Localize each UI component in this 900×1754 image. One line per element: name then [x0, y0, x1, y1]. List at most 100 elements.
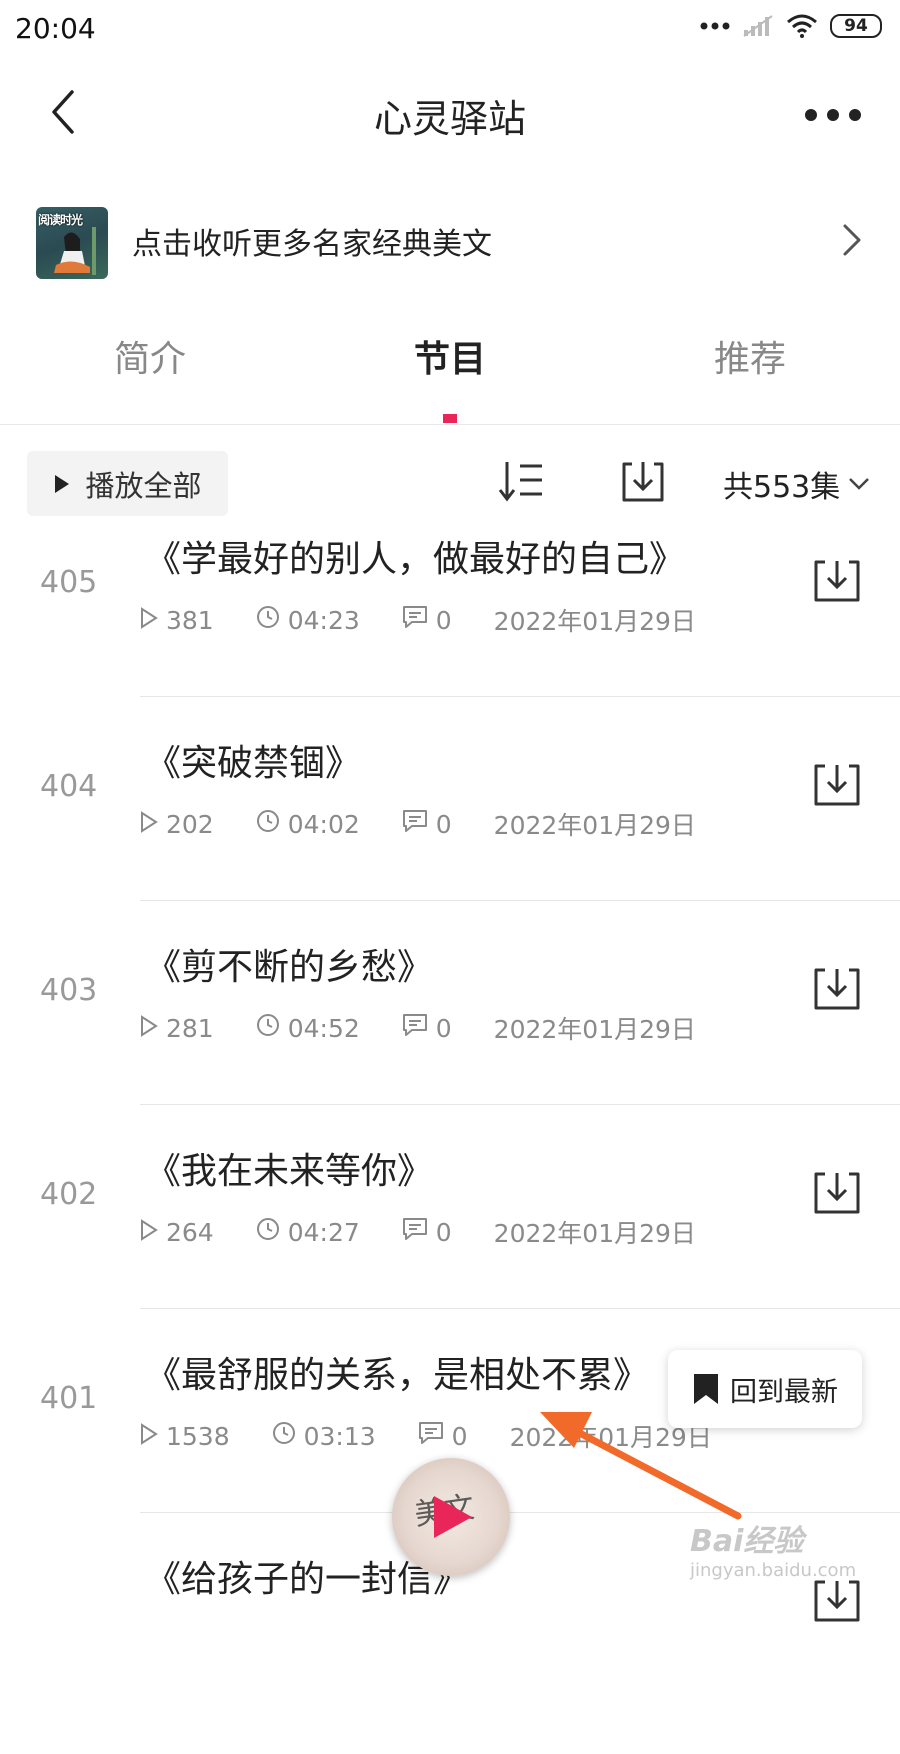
watermark-main: Bai经验 — [690, 1524, 804, 1559]
download-button[interactable] — [812, 1170, 862, 1220]
download-icon — [812, 1580, 862, 1628]
clock-icon — [256, 1217, 280, 1247]
row-divider — [140, 696, 900, 697]
publish-date: 2022年01月29日 — [493, 1219, 696, 1248]
episode-number: 401 — [40, 1381, 98, 1416]
watermark: Bai经验 jingyan.baidu.com — [690, 1516, 856, 1581]
comment-count: 0 — [435, 809, 452, 839]
back-to-latest-label: 回到最新 — [730, 1376, 838, 1408]
duration: 04:02 — [287, 809, 360, 839]
episode-title: 《我在未来等你》 — [145, 1151, 434, 1192]
signal-icon — [743, 15, 773, 37]
episode-number: 405 — [40, 565, 98, 600]
promo-banner[interactable]: 阅读时光 点击收听更多名家经典美文 — [0, 195, 900, 290]
episode-title: 《剪不断的乡愁》 — [145, 947, 434, 988]
tab-active-indicator — [443, 414, 457, 423]
play-count: 381 — [166, 605, 214, 635]
tabs-divider — [0, 424, 900, 425]
bookmark-icon — [694, 1374, 718, 1404]
row-divider — [140, 900, 900, 901]
download-icon — [812, 560, 862, 608]
back-to-latest-button[interactable]: 回到最新 — [668, 1350, 862, 1428]
play-count: 202 — [166, 809, 214, 839]
page-title: 心灵驿站 — [373, 97, 526, 141]
more-status-icon — [700, 22, 730, 30]
tab-programs[interactable]: 节目 — [300, 330, 600, 382]
more-dots-icon — [805, 109, 861, 121]
download-icon — [812, 1172, 862, 1220]
reading-girl-illustration — [54, 227, 96, 275]
duration: 03:13 — [303, 1421, 376, 1451]
duration: 04:52 — [287, 1013, 360, 1043]
duration: 04:23 — [287, 605, 360, 635]
comment-icon — [402, 1013, 428, 1043]
comment-icon — [402, 809, 428, 839]
tab-intro[interactable]: 简介 — [0, 330, 300, 382]
episode-row[interactable]: 402 《我在未来等你》 264 04:27 0 2022年01月29日 — [0, 1142, 900, 1346]
row-divider — [140, 1512, 900, 1513]
episode-row[interactable]: 405 《学最好的别人，做最好的自己》 381 04:23 0 2022年01月29日 — [0, 530, 900, 734]
download-all-icon[interactable] — [620, 458, 666, 504]
publish-date: 2022年01月29日 — [493, 1015, 696, 1044]
episode-meta: 381 04:23 0 2022年01月29日 — [140, 602, 696, 638]
clock-icon — [256, 605, 280, 635]
episode-meta: 281 04:52 0 2022年01月29日 — [140, 1010, 696, 1046]
download-button[interactable] — [812, 762, 862, 812]
episode-title: 《突破禁锢》 — [145, 743, 362, 784]
download-button[interactable] — [812, 558, 862, 608]
episode-number: 403 — [40, 973, 98, 1008]
play-count-icon — [140, 1218, 158, 1247]
comment-count: 0 — [435, 605, 452, 635]
play-count-icon — [140, 810, 158, 839]
download-button[interactable] — [812, 1578, 862, 1628]
chevron-down-icon — [849, 478, 870, 490]
wifi-icon — [787, 14, 817, 38]
comment-count: 0 — [435, 1013, 452, 1043]
episode-row[interactable]: 403 《剪不断的乡愁》 281 04:52 0 2022年01月29日 — [0, 938, 900, 1142]
comment-count: 0 — [435, 1217, 452, 1247]
clock-icon — [256, 1013, 280, 1043]
publish-date: 2022年01月29日 — [493, 811, 696, 840]
play-all-label: 播放全部 — [85, 468, 202, 503]
episode-title: 《学最好的别人，做最好的自己》 — [145, 539, 686, 580]
mini-player[interactable]: 美文 — [392, 1458, 510, 1576]
more-button[interactable] — [798, 90, 868, 140]
banner-text: 点击收听更多名家经典美文 — [132, 227, 492, 262]
status-time: 20:04 — [15, 12, 96, 45]
download-button[interactable] — [812, 966, 862, 1016]
episode-count-selector[interactable]: 共553集 — [723, 462, 870, 506]
play-count: 281 — [166, 1013, 214, 1043]
sort-icon[interactable] — [498, 458, 546, 504]
battery-level: 94 — [844, 16, 868, 36]
episode-count: 共553集 — [723, 470, 841, 505]
episode-row[interactable]: 404 《突破禁锢》 202 04:02 0 2022年01月29日 — [0, 734, 900, 938]
play-count-icon — [140, 1014, 158, 1043]
row-divider — [140, 1104, 900, 1105]
chevron-right-icon — [843, 224, 861, 256]
play-all-button[interactable]: 播放全部 — [27, 451, 228, 516]
episode-meta: 264 04:27 0 2022年01月29日 — [140, 1214, 696, 1250]
play-count-icon — [140, 1422, 158, 1451]
comment-icon — [402, 605, 428, 635]
play-count-icon — [140, 606, 158, 635]
download-icon — [812, 968, 862, 1016]
tab-recommend[interactable]: 推荐 — [600, 330, 900, 382]
episode-meta: 202 04:02 0 2022年01月29日 — [140, 806, 696, 842]
status-icons: 94 — [700, 14, 882, 38]
episode-number: 402 — [40, 1177, 98, 1212]
download-icon — [812, 764, 862, 812]
play-count: 1538 — [166, 1421, 230, 1451]
play-icon — [55, 474, 70, 493]
episode-meta: 1538 03:13 0 2022年01月29日 — [140, 1418, 712, 1454]
episode-number: 404 — [40, 769, 98, 804]
episode-title: 《最舒服的关系，是相处不累》 — [145, 1355, 650, 1396]
comment-icon — [402, 1217, 428, 1247]
mini-play-icon — [434, 1496, 472, 1538]
banner-thumbnail: 阅读时光 — [36, 207, 108, 279]
duration: 04:27 — [287, 1217, 360, 1247]
clock-icon — [272, 1421, 296, 1451]
comment-icon — [418, 1421, 444, 1451]
row-divider — [140, 1308, 900, 1309]
clock-icon — [256, 809, 280, 839]
play-count: 264 — [166, 1217, 214, 1247]
